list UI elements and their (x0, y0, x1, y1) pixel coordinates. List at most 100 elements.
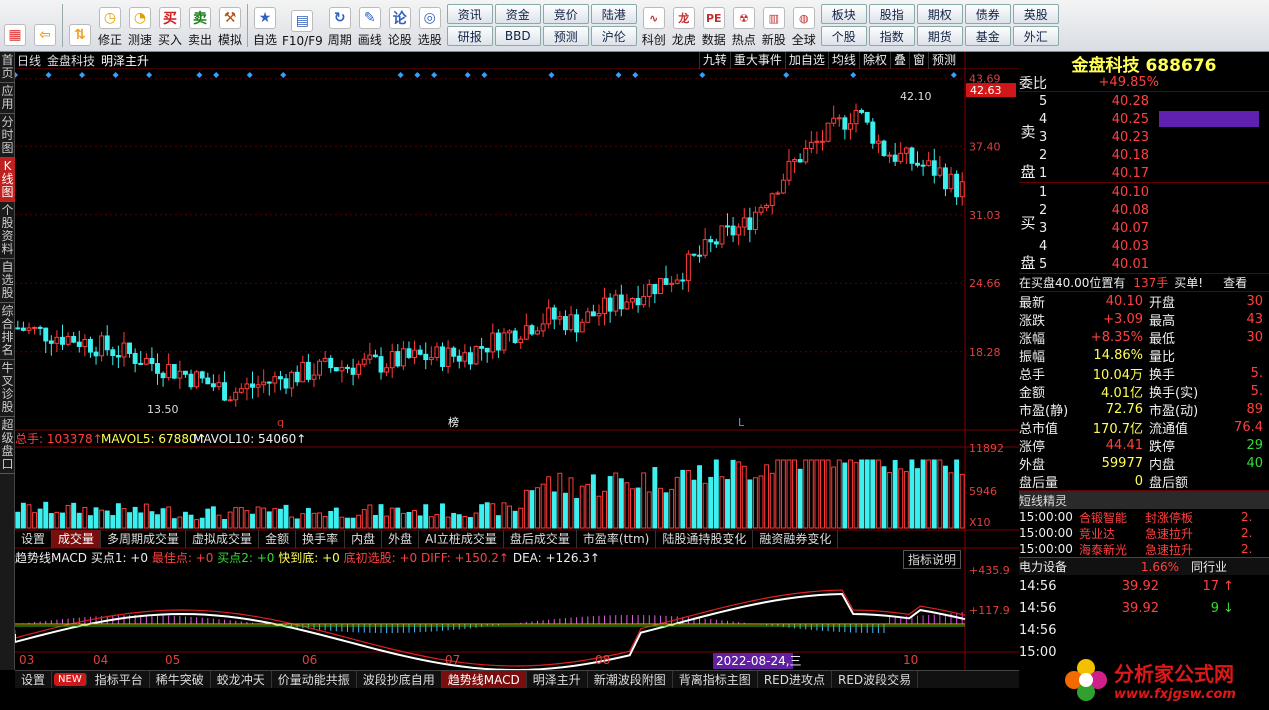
candle-body[interactable] (903, 147, 909, 154)
candle-body[interactable] (406, 348, 412, 358)
bottom-tab-4[interactable]: 蛟龙冲天 (211, 671, 272, 688)
candle-body[interactable] (350, 367, 356, 375)
volume-tab-2[interactable]: 多周期成交量 (101, 530, 187, 548)
buy-row[interactable]: 2 40.08 (1019, 201, 1269, 219)
bottom-tab-2[interactable]: 指标平台 (89, 671, 150, 688)
candle-body[interactable] (99, 335, 105, 357)
buy-row[interactable]: 5 40.01 (1019, 255, 1269, 273)
candle-body[interactable] (602, 297, 608, 314)
candle-body[interactable] (836, 117, 842, 120)
toolbar-grid-button[interactable]: 陆港 (590, 4, 637, 24)
candle-body[interactable] (758, 207, 764, 213)
candle-body[interactable] (574, 314, 580, 333)
buy-row[interactable]: 1 40.10 (1019, 183, 1269, 201)
candle-body[interactable] (194, 371, 200, 388)
left-tab-0[interactable]: 首页 (0, 52, 15, 83)
candle-body[interactable] (495, 332, 501, 351)
toolbar-grid-button[interactable]: 个股 (820, 26, 867, 46)
short-row[interactable]: 15:00:00 海泰新光 急速拉升 2. (1019, 541, 1269, 557)
toolbar-button-12[interactable]: 论论股 (385, 0, 415, 51)
candle-body[interactable] (188, 373, 194, 388)
short-row[interactable]: 15:00:00 合锻智能 封涨停板 2. (1019, 509, 1269, 525)
candle-body[interactable] (182, 370, 188, 375)
buy-row[interactable]: 4 40.03 (1019, 237, 1269, 255)
toolbar-grid-button[interactable]: 资金 (494, 4, 541, 24)
candle-body[interactable] (864, 111, 870, 123)
candle-body[interactable] (266, 381, 272, 384)
candle-body[interactable] (26, 327, 32, 331)
candle-body[interactable] (942, 167, 948, 190)
toolbar-grid-button[interactable]: 预测 (542, 26, 589, 46)
candle-body[interactable] (479, 346, 485, 349)
toolbar-grid-button[interactable]: 研报 (446, 26, 493, 46)
candle-body[interactable] (641, 295, 647, 306)
candle-body[interactable] (881, 140, 887, 156)
volume-tab-8[interactable]: AI立桩成交量 (419, 530, 504, 548)
left-tab-7[interactable]: 牛叉诊股 (0, 360, 15, 417)
indicator-help-button[interactable]: 指标说明 (903, 550, 962, 569)
candle-body[interactable] (937, 167, 943, 176)
candle-body[interactable] (842, 117, 848, 130)
candle-body[interactable] (887, 154, 893, 157)
candle-body[interactable] (741, 217, 747, 228)
toolbar2-button-3[interactable]: ☢ 热点 (729, 0, 759, 51)
candle-body[interactable] (37, 326, 43, 329)
candle-body[interactable] (691, 253, 697, 256)
candle-body[interactable] (831, 117, 837, 124)
candle-body[interactable] (356, 363, 362, 375)
toolbar-grid-button[interactable]: 沪伦 (590, 26, 637, 46)
candle-body[interactable] (702, 239, 708, 256)
candle-body[interactable] (76, 341, 82, 347)
toolbar-button-11[interactable]: ✎ 画线 (355, 0, 385, 51)
sector-label[interactable]: 电力设备 (1019, 558, 1119, 575)
candle-body[interactable] (210, 383, 216, 388)
candle-body[interactable] (674, 279, 680, 284)
candle-body[interactable] (825, 122, 831, 142)
candle-body[interactable] (764, 204, 770, 209)
candle-body[interactable] (473, 346, 479, 365)
candle-body[interactable] (467, 352, 473, 365)
candle-body[interactable] (920, 164, 926, 167)
candle-body[interactable] (20, 327, 26, 331)
candle-body[interactable] (646, 283, 652, 297)
candle-body[interactable] (305, 361, 311, 380)
candle-body[interactable] (227, 399, 233, 402)
candle-body[interactable] (518, 338, 524, 343)
candle-body[interactable] (507, 330, 513, 334)
bottom-tab-8[interactable]: 明泽主升 (527, 671, 588, 688)
candle-body[interactable] (160, 372, 166, 379)
candle-body[interactable] (255, 384, 261, 388)
candle-body[interactable] (250, 383, 255, 388)
candle-body[interactable] (792, 159, 798, 162)
toolbar-button-4[interactable]: ◔ 测速 (125, 0, 155, 51)
candle-body[interactable] (820, 140, 825, 143)
candle-body[interactable] (300, 361, 306, 383)
candle-body[interactable] (115, 355, 121, 358)
bottom-tab-0[interactable]: 设置 (15, 671, 53, 688)
sell-row[interactable]: 1 40.17 (1019, 164, 1269, 182)
candle-body[interactable] (892, 154, 898, 162)
toolbar-button-7[interactable]: ⚒ 模拟 (215, 0, 245, 51)
candle-body[interactable] (797, 159, 803, 163)
candle-body[interactable] (579, 321, 585, 333)
toolbar-grid-button[interactable]: 债券 (964, 4, 1011, 24)
candle-body[interactable] (730, 225, 736, 236)
short-row[interactable]: 15:00:00 竞业达 急速拉升 2. (1019, 525, 1269, 541)
toolbar-button-5[interactable]: 买买入 (155, 0, 185, 51)
candle-body[interactable] (669, 282, 675, 285)
candle-body[interactable] (60, 336, 65, 345)
candle-body[interactable] (909, 147, 915, 164)
candle-body[interactable] (596, 312, 602, 317)
candle-body[interactable] (15, 327, 21, 330)
candle-body[interactable] (501, 332, 507, 351)
toolbar-button-9[interactable]: ▤ F10/F9 (280, 0, 325, 51)
candle-body[interactable] (367, 354, 373, 360)
candle-body[interactable] (384, 367, 390, 373)
sell-row[interactable]: 3 40.23 (1019, 128, 1269, 146)
candle-body[interactable] (713, 241, 719, 245)
candle-body[interactable] (372, 354, 378, 358)
candle-body[interactable] (71, 335, 77, 343)
candle-body[interactable] (568, 314, 574, 331)
candle-body[interactable] (859, 109, 865, 113)
left-tab-2[interactable]: 分时图 (0, 114, 15, 158)
